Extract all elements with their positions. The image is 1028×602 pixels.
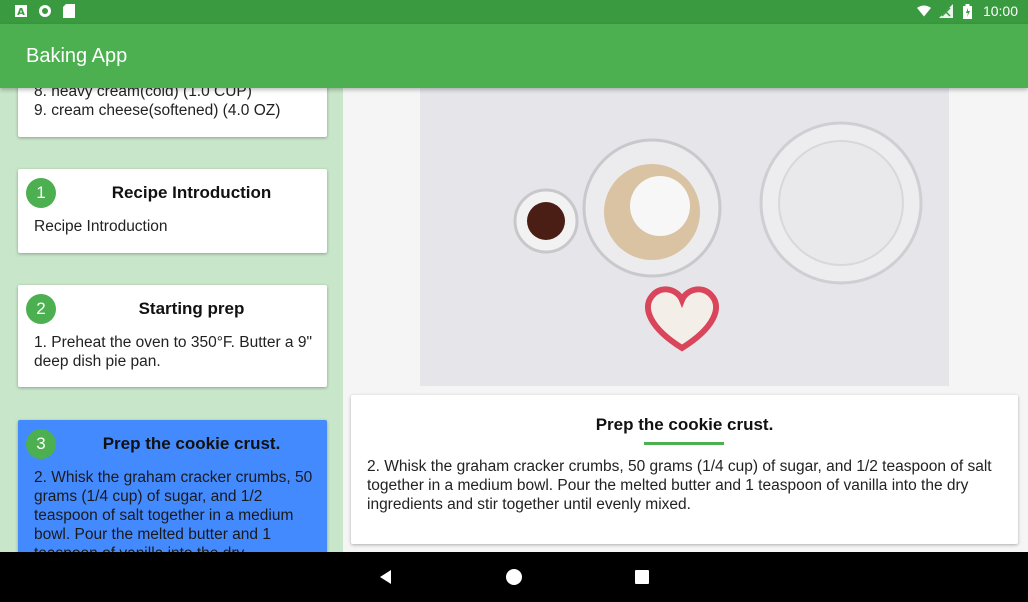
ingredients-card[interactable]: 8. heavy cream(cold) (1.0 CUP) 9. cream … — [18, 88, 327, 137]
battery-icon — [961, 3, 975, 19]
step-number-badge: 2 — [26, 294, 56, 324]
a-icon: A — [14, 4, 28, 18]
wifi-icon — [916, 4, 931, 18]
step-title: Starting prep — [138, 299, 245, 318]
step-description: Recipe Introduction — [34, 218, 168, 235]
step-card-2[interactable]: 2 Starting prep 1. Preheat the oven to 3… — [18, 285, 327, 387]
step-number-badge: 3 — [26, 429, 56, 459]
steps-list[interactable]: 8. heavy cream(cold) (1.0 CUP) 9. cream … — [0, 88, 343, 552]
recipe-video-frame — [420, 88, 949, 386]
video-player[interactable] — [420, 88, 949, 386]
step-title: Prep the cookie crust. — [102, 434, 281, 453]
status-time: 10:00 — [982, 3, 1018, 19]
title-underline — [644, 442, 724, 445]
step-detail-pane: Prep the cookie crust. 2. Whisk the grah… — [343, 88, 1028, 552]
app-title: Baking App — [26, 45, 128, 67]
status-bar: A 10:00 — [0, 0, 1028, 24]
recents-icon[interactable] — [631, 566, 653, 588]
detail-title: Prep the cookie crust. — [595, 415, 774, 434]
back-icon[interactable] — [375, 566, 397, 588]
ingredient-line: 9. cream cheese(softened) (4.0 OZ) — [34, 102, 281, 119]
step-description: 2. Whisk the graham cracker crumbs, 50 g… — [34, 469, 313, 552]
ingredient-line: 8. heavy cream(cold) (1.0 CUP) — [34, 88, 252, 100]
step-number-badge: 1 — [26, 178, 56, 208]
step-card-3[interactable]: 3 Prep the cookie crust. 2. Whisk the gr… — [18, 420, 327, 552]
navigation-bar — [0, 552, 1028, 602]
signal-icon — [938, 4, 953, 18]
step-detail-card: Prep the cookie crust. 2. Whisk the grah… — [351, 395, 1018, 544]
detail-description: 2. Whisk the graham cracker crumbs, 50 g… — [367, 458, 992, 513]
svg-text:A: A — [17, 7, 25, 17]
home-icon[interactable] — [503, 566, 525, 588]
step-description: 1. Preheat the oven to 350°F. Butter a 9… — [34, 334, 312, 370]
app-bar: Baking App — [0, 24, 1028, 88]
step-card-1[interactable]: 1 Recipe Introduction Recipe Introductio… — [18, 169, 327, 253]
circle-icon — [38, 4, 52, 18]
sd-card-icon — [62, 4, 76, 18]
step-title: Recipe Introduction — [111, 183, 272, 202]
